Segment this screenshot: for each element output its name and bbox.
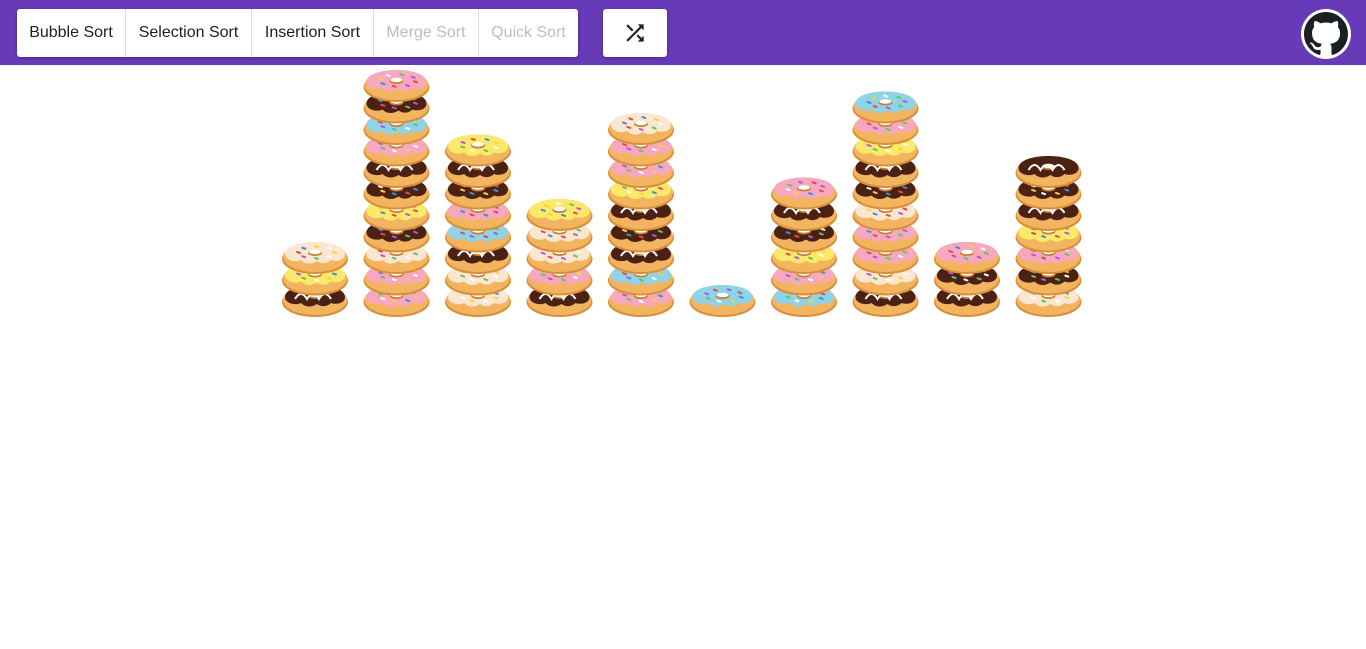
bubble-sort-button[interactable]: Bubble Sort [17, 9, 126, 57]
donut-stack [1015, 156, 1082, 317]
donut [363, 70, 430, 102]
insertion-sort-button[interactable]: Insertion Sort [252, 9, 374, 57]
donut-stack [526, 199, 593, 317]
github-link[interactable] [1301, 9, 1351, 59]
donut [852, 91, 919, 124]
donut-stack [852, 91, 919, 317]
donut-visualization-area [0, 65, 1366, 644]
donut-stack [934, 242, 1000, 317]
donut-stack [771, 177, 837, 317]
donut-stack [445, 134, 511, 317]
donut-stack [282, 242, 348, 317]
donut-stack [608, 113, 674, 317]
donut [1015, 156, 1082, 188]
donut [934, 242, 1000, 274]
quick-sort-button[interactable]: Quick Sort [479, 9, 578, 57]
donut [689, 285, 756, 317]
top-app-bar: Bubble Sort Selection Sort Insertion Sor… [0, 0, 1366, 65]
donut-stack [689, 285, 756, 317]
sort-algorithm-button-group: Bubble Sort Selection Sort Insertion Sor… [17, 9, 578, 57]
donut [608, 113, 674, 145]
donut [282, 242, 348, 274]
shuffle-button[interactable] [603, 9, 667, 57]
github-icon [1304, 12, 1348, 55]
selection-sort-button[interactable]: Selection Sort [126, 9, 252, 57]
donut-stacks-canvas [282, 70, 1082, 317]
shuffle-icon [626, 24, 644, 42]
donut [526, 199, 593, 231]
merge-sort-button[interactable]: Merge Sort [374, 9, 479, 57]
donut [771, 177, 837, 210]
donut-stack [363, 70, 430, 317]
donut [445, 134, 511, 167]
